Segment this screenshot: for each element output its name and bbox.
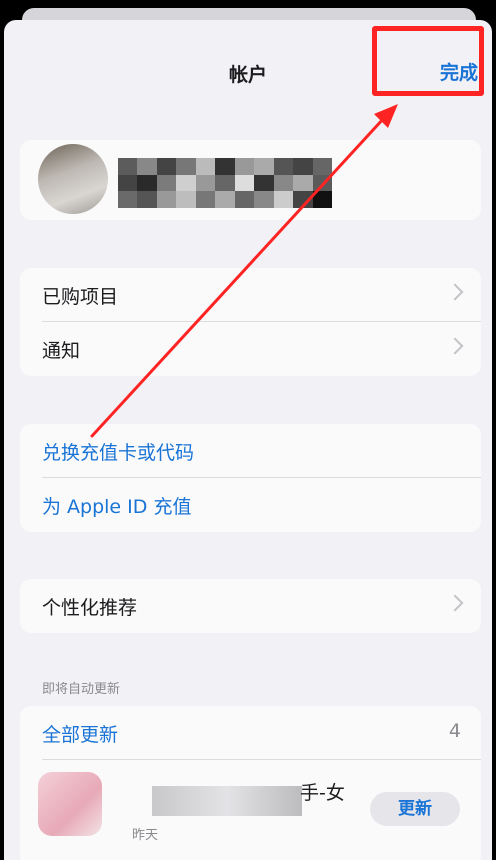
annotation-arrow [90, 104, 398, 438]
